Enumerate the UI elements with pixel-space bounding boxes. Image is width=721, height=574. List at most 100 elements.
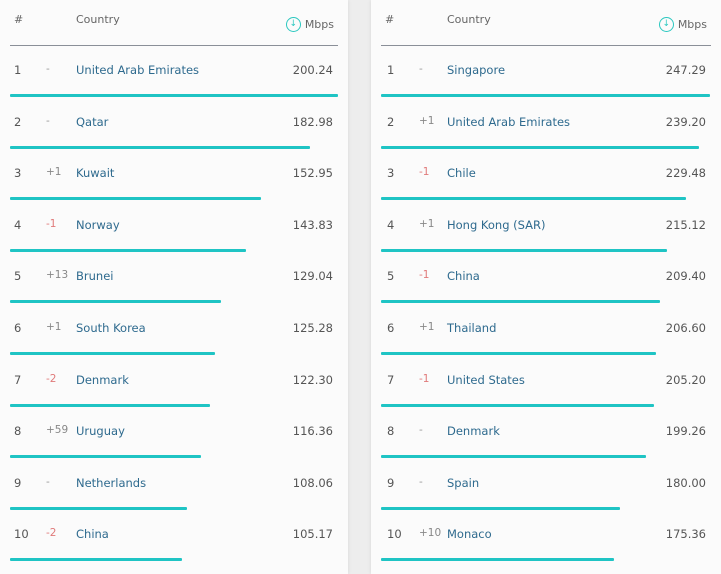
speed-bar — [381, 300, 660, 304]
table-row: 3 -1 Chile 229.48 — [371, 149, 721, 201]
speed-value: 209.40 — [665, 269, 706, 284]
speed-bar — [10, 197, 261, 201]
speed-bar — [381, 145, 700, 149]
country-link[interactable]: South Korea — [76, 321, 146, 335]
rank-change: +1 — [46, 166, 62, 179]
country-link[interactable]: Denmark — [76, 373, 129, 387]
rank-change: - — [46, 475, 50, 488]
table-row: 2 - Qatar 182.98 — [0, 98, 348, 150]
table-row: 7 -2 Denmark 122.30 — [0, 356, 348, 408]
speed-value: 229.48 — [665, 166, 706, 181]
rank-change: -1 — [419, 166, 430, 179]
ranking-list: 1 - Singapore 247.29 2 +1 United Arab Emirates… — [371, 46, 721, 562]
table-row: 3 +1 Kuwait 152.95 — [0, 149, 348, 201]
speed-bar — [10, 94, 338, 97]
country-link[interactable]: Brunei — [76, 269, 113, 283]
country-link[interactable]: Uruguay — [76, 424, 125, 438]
rank: 6 — [14, 320, 22, 335]
table-row: 9 - Netherlands 108.06 — [0, 459, 348, 511]
speed-value: 122.30 — [292, 372, 333, 387]
speed-value: 143.83 — [292, 217, 333, 232]
country-link[interactable]: Monaco — [447, 527, 492, 541]
country-link[interactable]: Norway — [76, 218, 120, 232]
speed-bar — [10, 145, 310, 149]
speed-value: 152.95 — [292, 166, 333, 181]
rank: 1 — [387, 63, 395, 77]
rank: 8 — [14, 424, 22, 439]
table-row: 2 +1 United Arab Emirates 239.20 — [371, 98, 721, 150]
rank: 8 — [387, 424, 395, 439]
rank: 3 — [14, 166, 22, 181]
speed-unit-label: Mbps — [677, 18, 707, 31]
table-row: 10 +10 Monaco 175.36 — [371, 510, 721, 562]
rank: 2 — [387, 114, 395, 129]
table-row: 10 -2 China 105.17 — [0, 510, 348, 562]
country-link[interactable]: Netherlands — [76, 476, 146, 490]
rank: 2 — [14, 114, 22, 129]
speed-bar — [381, 248, 668, 252]
rank-change: +1 — [419, 320, 435, 333]
rank: 5 — [387, 269, 395, 284]
speed-value: 105.17 — [292, 527, 333, 542]
rank: 9 — [14, 475, 22, 490]
rank-change: -1 — [419, 269, 430, 282]
table-header: # Country ↓ Mbps — [10, 0, 338, 46]
country-link[interactable]: Singapore — [447, 63, 505, 77]
speed-bar — [10, 403, 211, 407]
rank-change: +10 — [419, 527, 442, 540]
country-link[interactable]: United Arab Emirates — [447, 115, 570, 129]
rank-change: +59 — [46, 424, 69, 437]
speed-value: 180.00 — [665, 475, 706, 490]
country-link[interactable]: Chile — [447, 166, 476, 180]
rank-change: +1 — [46, 320, 62, 333]
speed-value: 125.28 — [292, 320, 333, 335]
download-circle-icon: ↓ — [658, 17, 674, 32]
speed-bar — [10, 455, 201, 459]
country-link[interactable]: Spain — [447, 476, 479, 490]
speed-column-header: ↓ Mbps — [285, 17, 334, 32]
table-row: 1 - Singapore 247.29 — [371, 46, 721, 98]
rank: 4 — [387, 217, 395, 232]
speed-value: 108.06 — [292, 475, 333, 490]
table-row: 5 +13 Brunei 129.04 — [0, 252, 348, 304]
table-row: 8 +59 Uruguay 116.36 — [0, 407, 348, 459]
table-row: 7 -1 United States 205.20 — [371, 356, 721, 408]
speed-value: 205.20 — [665, 372, 706, 387]
speed-bar — [10, 506, 187, 510]
speed-value: 206.60 — [665, 320, 706, 335]
speed-value: 200.24 — [292, 63, 333, 77]
country-link[interactable]: China — [76, 527, 109, 541]
country-link[interactable]: Hong Kong (SAR) — [447, 218, 546, 232]
table-row: 4 +1 Hong Kong (SAR) 215.12 — [371, 201, 721, 253]
table-row: 8 - Denmark 199.26 — [371, 407, 721, 459]
rank-change: - — [419, 424, 423, 437]
speed-bar — [381, 197, 687, 201]
country-link[interactable]: United Arab Emirates — [76, 63, 199, 77]
speed-bar — [381, 351, 656, 355]
speed-value: 129.04 — [292, 269, 333, 284]
country-link[interactable]: China — [447, 269, 480, 283]
rank: 4 — [14, 217, 22, 232]
speed-value: 116.36 — [292, 424, 333, 439]
table-row: 6 +1 South Korea 125.28 — [0, 304, 348, 356]
rank-change: -2 — [46, 527, 57, 540]
table-header: # Country ↓ Mbps — [381, 0, 711, 46]
country-link[interactable]: Denmark — [447, 424, 500, 438]
country-link[interactable]: Kuwait — [76, 166, 114, 180]
rank-change: +1 — [419, 217, 435, 230]
speed-bar — [381, 94, 710, 97]
rank-change: - — [46, 63, 50, 75]
country-link[interactable]: Qatar — [76, 115, 108, 129]
right-ranking-panel: # Country ↓ Mbps 1 - Singapore 247.29 2 +1 Uni… — [371, 0, 721, 574]
ranking-list: 1 - United Arab Emirates 200.24 2 - Qatar 182.9… — [0, 46, 348, 562]
table-row: 4 -1 Norway 143.83 — [0, 201, 348, 253]
left-ranking-panel: # Country ↓ Mbps 1 - United Arab Emirates 2… — [0, 0, 348, 574]
country-link[interactable]: United States — [447, 373, 525, 387]
speed-bar — [381, 506, 621, 510]
rank-change: -2 — [46, 372, 57, 385]
country-link[interactable]: Thailand — [447, 321, 496, 335]
speed-column-header: ↓ Mbps — [658, 17, 707, 32]
table-row: 1 - United Arab Emirates 200.24 — [0, 46, 348, 98]
rank: 10 — [14, 527, 29, 542]
table-row: 9 - Spain 180.00 — [371, 459, 721, 511]
